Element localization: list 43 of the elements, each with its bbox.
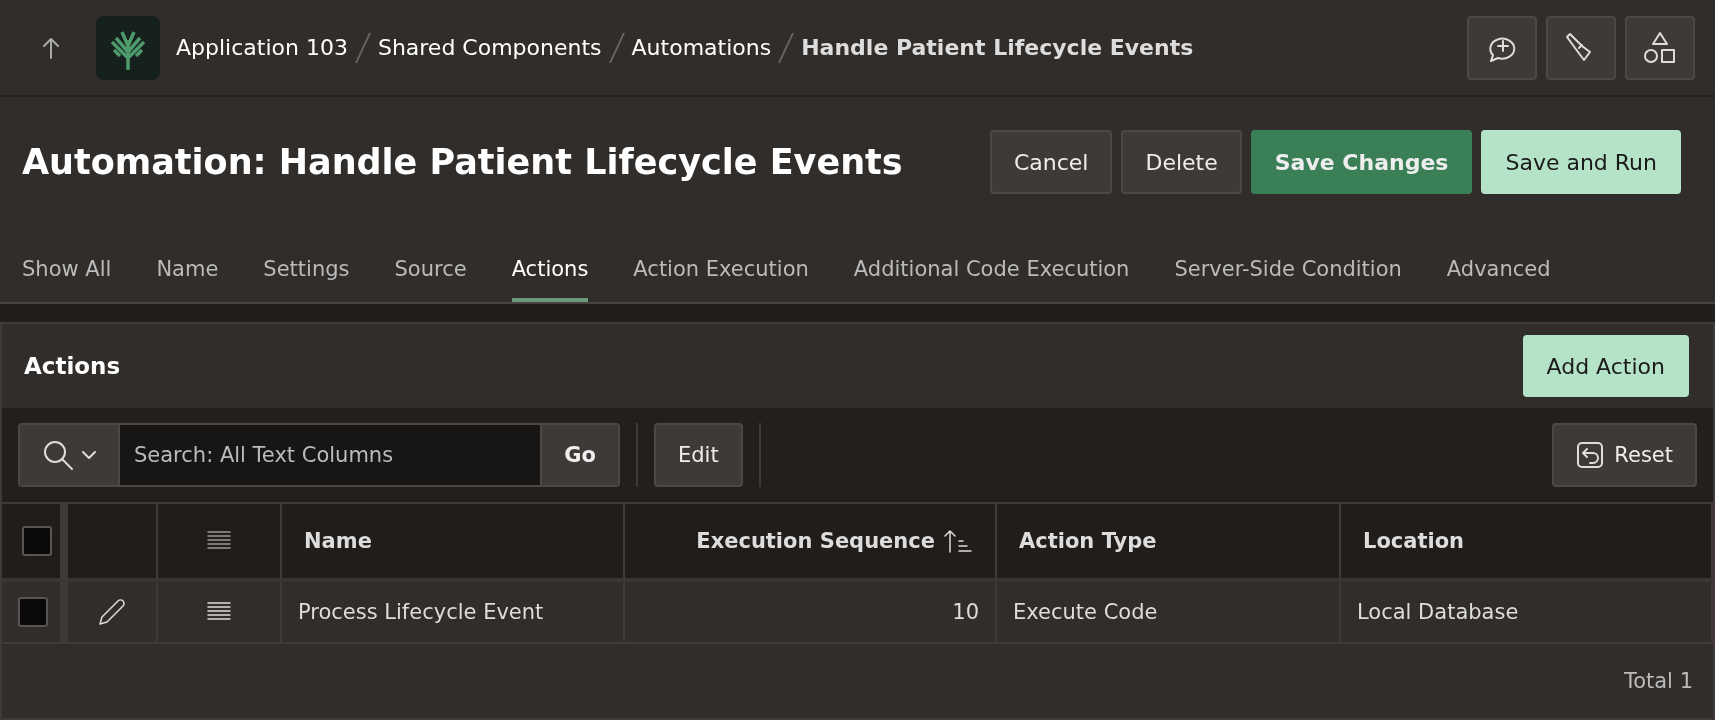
section-tab[interactable]: Name — [156, 227, 219, 302]
section-tab[interactable]: Action Execution — [633, 227, 809, 302]
pencil-icon[interactable] — [97, 597, 127, 627]
app-logo[interactable] — [96, 15, 160, 80]
edit-button[interactable]: Edit — [654, 423, 743, 487]
up-arrow-icon — [42, 36, 60, 59]
row-actions-icon[interactable] — [207, 601, 231, 623]
table-cell: Execute Code — [997, 582, 1341, 644]
column-header[interactable]: Action Type — [997, 504, 1341, 582]
page-button[interactable]: Save and Run — [1481, 130, 1681, 194]
reset-icon — [1576, 441, 1605, 469]
section-tab[interactable]: Server-Side Condition — [1174, 227, 1402, 302]
column-header[interactable]: Execution Sequence — [625, 504, 997, 582]
page-title: Automation: Handle Patient Lifecycle Events — [22, 142, 904, 182]
table-cell: 10 — [625, 582, 997, 644]
breadcrumb-link[interactable]: Automations — [631, 35, 772, 60]
row-checkbox[interactable] — [18, 597, 48, 627]
add-comment-button[interactable] — [1467, 15, 1537, 80]
current-page-crumb[interactable]: Handle Patient Lifecycle Events — [801, 35, 1194, 60]
page-button[interactable]: Cancel — [989, 130, 1113, 194]
section-tab[interactable]: Advanced — [1446, 227, 1551, 302]
row-actions-icon[interactable] — [207, 530, 231, 552]
table-cell: Process Lifecycle Event — [282, 582, 625, 644]
breadcrumb-link[interactable]: Application 103 — [176, 35, 348, 60]
region-title: Actions — [24, 353, 121, 379]
column-header[interactable]: Location — [1341, 504, 1713, 582]
section-tab[interactable]: Additional Code Execution — [853, 227, 1130, 302]
column-header[interactable]: Name — [282, 504, 625, 582]
section-tab[interactable]: Show All — [22, 227, 112, 302]
row-total: Total 1 — [1623, 669, 1693, 693]
sort-ascending-icon — [943, 529, 973, 553]
select-all-checkbox[interactable] — [22, 526, 52, 556]
page-button[interactable]: Delete — [1121, 130, 1242, 194]
section-tab[interactable]: Source — [394, 227, 467, 302]
add-action-button[interactable]: Add Action — [1522, 335, 1689, 397]
section-tab[interactable]: Settings — [263, 227, 350, 302]
table-cell: Local Database — [1341, 582, 1713, 644]
shapes-icon — [1643, 30, 1677, 65]
reset-button[interactable]: Reset — [1552, 423, 1697, 487]
flashlight-button[interactable] — [1546, 15, 1616, 80]
breadcrumb-link[interactable]: Shared Components — [377, 35, 602, 60]
page-button[interactable]: Save Changes — [1250, 130, 1473, 194]
shapes-button[interactable] — [1625, 15, 1695, 80]
